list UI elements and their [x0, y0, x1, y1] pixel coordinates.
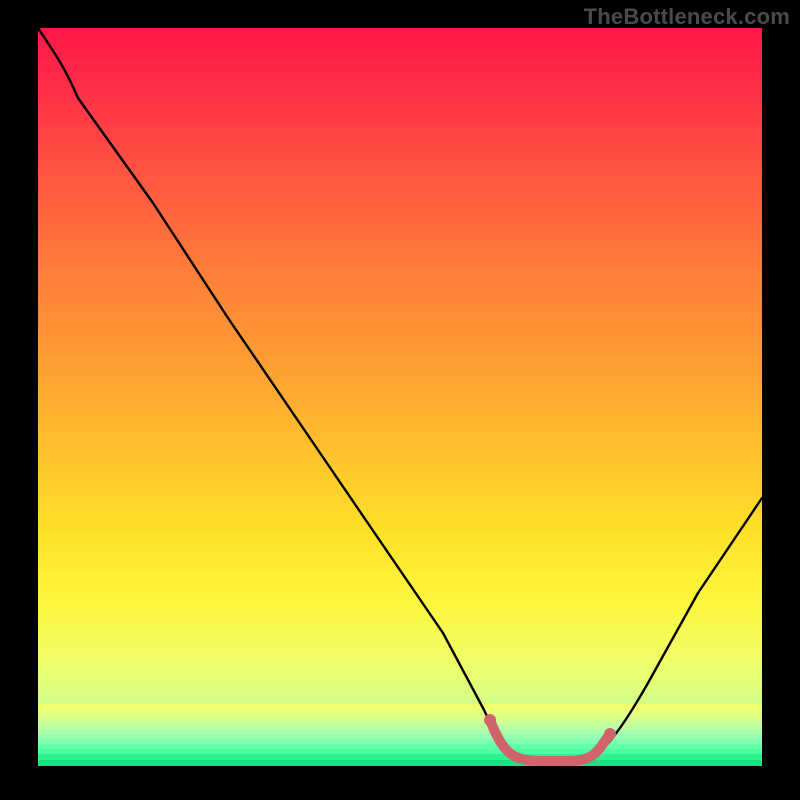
chart-frame: TheBottleneck.com	[0, 0, 800, 800]
plot-area	[38, 28, 762, 766]
optimal-range-marker	[490, 720, 610, 761]
bottleneck-curve	[38, 28, 762, 762]
marker-start-dot	[484, 714, 496, 726]
watermark-text: TheBottleneck.com	[584, 4, 790, 30]
marker-end-dot	[604, 728, 616, 740]
curve-layer	[38, 28, 762, 766]
